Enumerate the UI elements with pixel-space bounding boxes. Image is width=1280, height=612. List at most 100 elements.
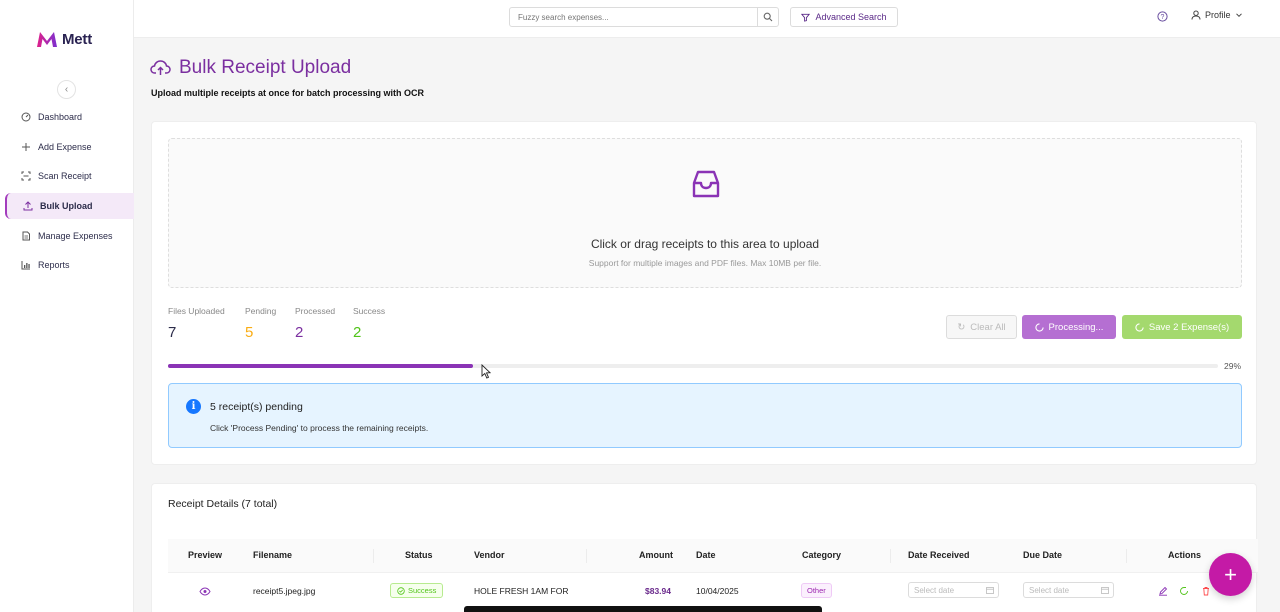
processing-label: Processing... (1048, 321, 1104, 333)
save-expenses-button[interactable]: Save 2 Expense(s) (1122, 315, 1242, 339)
date-received-placeholder: Select date (914, 585, 955, 595)
mouse-cursor-icon (481, 364, 491, 379)
eye-icon[interactable] (199, 587, 211, 596)
sidebar-item-reports[interactable]: Reports (5, 252, 134, 278)
search-button[interactable] (757, 8, 778, 26)
advanced-search-button[interactable]: Advanced Search (790, 7, 898, 27)
scan-icon (21, 171, 31, 181)
column-header: Filename (253, 550, 293, 560)
page-title: Bulk Receipt Upload (179, 57, 352, 78)
column-header: Date (696, 550, 716, 560)
dashboard-icon (21, 112, 31, 122)
due-date-input[interactable]: Select date (1023, 582, 1114, 598)
sidebar-item-add-expense[interactable]: Add Expense (5, 134, 134, 160)
progress-fill (168, 364, 473, 368)
sidebar-item-label: Dashboard (38, 112, 83, 122)
retry-icon[interactable] (1179, 586, 1189, 596)
due-date-placeholder: Select date (1029, 585, 1070, 595)
stat-label: Files Uploaded (168, 306, 225, 316)
advanced-search-label: Advanced Search (815, 12, 887, 22)
cell-vendor: HOLE FRESH 1AM FOR (474, 586, 569, 596)
user-icon (1191, 10, 1201, 20)
plus-icon (21, 142, 31, 152)
inbox-icon (692, 170, 720, 198)
cell-filename: receipt5.jpeg.jpg (253, 586, 316, 596)
upload-card: Click or drag receipts to this area to u… (151, 121, 1257, 465)
stat-files-uploaded: Files Uploaded 7 (168, 306, 225, 341)
app-logo[interactable]: Mett (36, 31, 92, 48)
help-icon[interactable]: ? (1157, 11, 1168, 22)
top-bar: Advanced Search ? Profile (134, 0, 1280, 38)
column-header: Amount (639, 550, 673, 560)
profile-label: Profile (1205, 10, 1231, 20)
stat-pending: Pending 5 (245, 306, 276, 341)
sidebar-item-bulk-upload[interactable]: Bulk Upload (5, 193, 134, 220)
collapse-sidebar-button[interactable]: ‹ (57, 80, 76, 99)
table-row: receipt5.jpeg.jpg Success HOLE FRESH 1AM… (168, 580, 1258, 608)
sidebar-item-label: Reports (38, 260, 70, 271)
logo-mark-icon (37, 32, 57, 47)
column-header: Due Date (1023, 550, 1063, 560)
details-title: Receipt Details (7 total) (168, 498, 278, 510)
check-circle-icon (397, 586, 405, 595)
add-fab-button[interactable]: + (1209, 553, 1252, 596)
stat-label: Processed (295, 306, 336, 316)
sidebar: Mett ‹ Dashboard Add Expense Scan Receip… (0, 0, 134, 612)
pending-alert: i 5 receipt(s) pending Click 'Process Pe… (168, 383, 1242, 448)
status-label: Success (408, 586, 437, 595)
bar-chart-icon (21, 260, 31, 270)
clear-all-button[interactable]: ↻ Clear All (946, 315, 1017, 339)
stat-value: 2 (295, 324, 304, 341)
dropzone-hint: Support for multiple images and PDF file… (588, 258, 822, 268)
sidebar-item-label: Scan Receipt (38, 171, 92, 182)
upload-dropzone[interactable]: Click or drag receipts to this area to u… (168, 138, 1242, 288)
chevron-left-icon: ‹ (64, 84, 69, 95)
column-header: Actions (1168, 550, 1202, 560)
stat-value: 2 (353, 324, 362, 341)
stat-processed: Processed 2 (295, 306, 335, 341)
column-separator (586, 549, 587, 563)
svg-text:?: ? (1161, 14, 1165, 21)
column-header: Category (802, 550, 842, 560)
sidebar-item-manage-expenses[interactable]: Manage Expenses (5, 223, 134, 249)
progress-bar (168, 364, 1218, 368)
column-header: Date Received (908, 550, 970, 560)
calendar-icon (986, 587, 994, 594)
column-separator (373, 549, 374, 563)
sidebar-item-label: Bulk Upload (40, 201, 93, 212)
calendar-icon (1101, 587, 1109, 594)
stat-value: 5 (245, 324, 254, 341)
profile-menu[interactable]: Profile (1191, 10, 1243, 20)
file-icon (21, 231, 31, 241)
search-box (509, 7, 779, 27)
column-separator (1126, 549, 1127, 563)
table-header: Preview Filename Status Vendor Amount Da… (168, 539, 1258, 573)
dropzone-title: Click or drag receipts to this area to u… (590, 237, 820, 251)
upload-icon (23, 201, 33, 211)
date-received-input[interactable]: Select date (908, 582, 999, 598)
cloud-upload-icon (150, 60, 171, 75)
filter-icon (801, 13, 811, 22)
search-input[interactable] (510, 8, 757, 26)
info-icon: i (186, 399, 201, 414)
column-header: Vendor (474, 550, 505, 560)
sidebar-item-dashboard[interactable]: Dashboard (5, 104, 134, 130)
cell-amount: $83.94 (645, 586, 671, 596)
column-header: Preview (188, 550, 223, 560)
edit-icon[interactable] (1158, 586, 1168, 596)
sidebar-item-scan-receipt[interactable]: Scan Receipt (5, 163, 134, 189)
category-badge: Other (801, 583, 832, 598)
home-indicator (464, 606, 822, 612)
spinner-icon (1135, 322, 1144, 332)
cell-date: 10/04/2025 (696, 586, 739, 596)
delete-icon[interactable] (1201, 586, 1211, 596)
chevron-down-icon (1235, 13, 1242, 18)
spinner-icon (1034, 322, 1044, 332)
stat-label: Success (353, 306, 386, 316)
save-expenses-label: Save 2 Expense(s) (1148, 321, 1230, 333)
progress-percent: 29% (1224, 361, 1242, 371)
page-heading: Bulk Receipt Upload (150, 57, 351, 79)
sidebar-nav: Dashboard Add Expense Scan Receipt Bulk … (5, 104, 134, 282)
processing-button[interactable]: Processing... (1022, 315, 1116, 339)
receipt-details-card: Receipt Details (7 total) Preview Filena… (151, 483, 1258, 612)
